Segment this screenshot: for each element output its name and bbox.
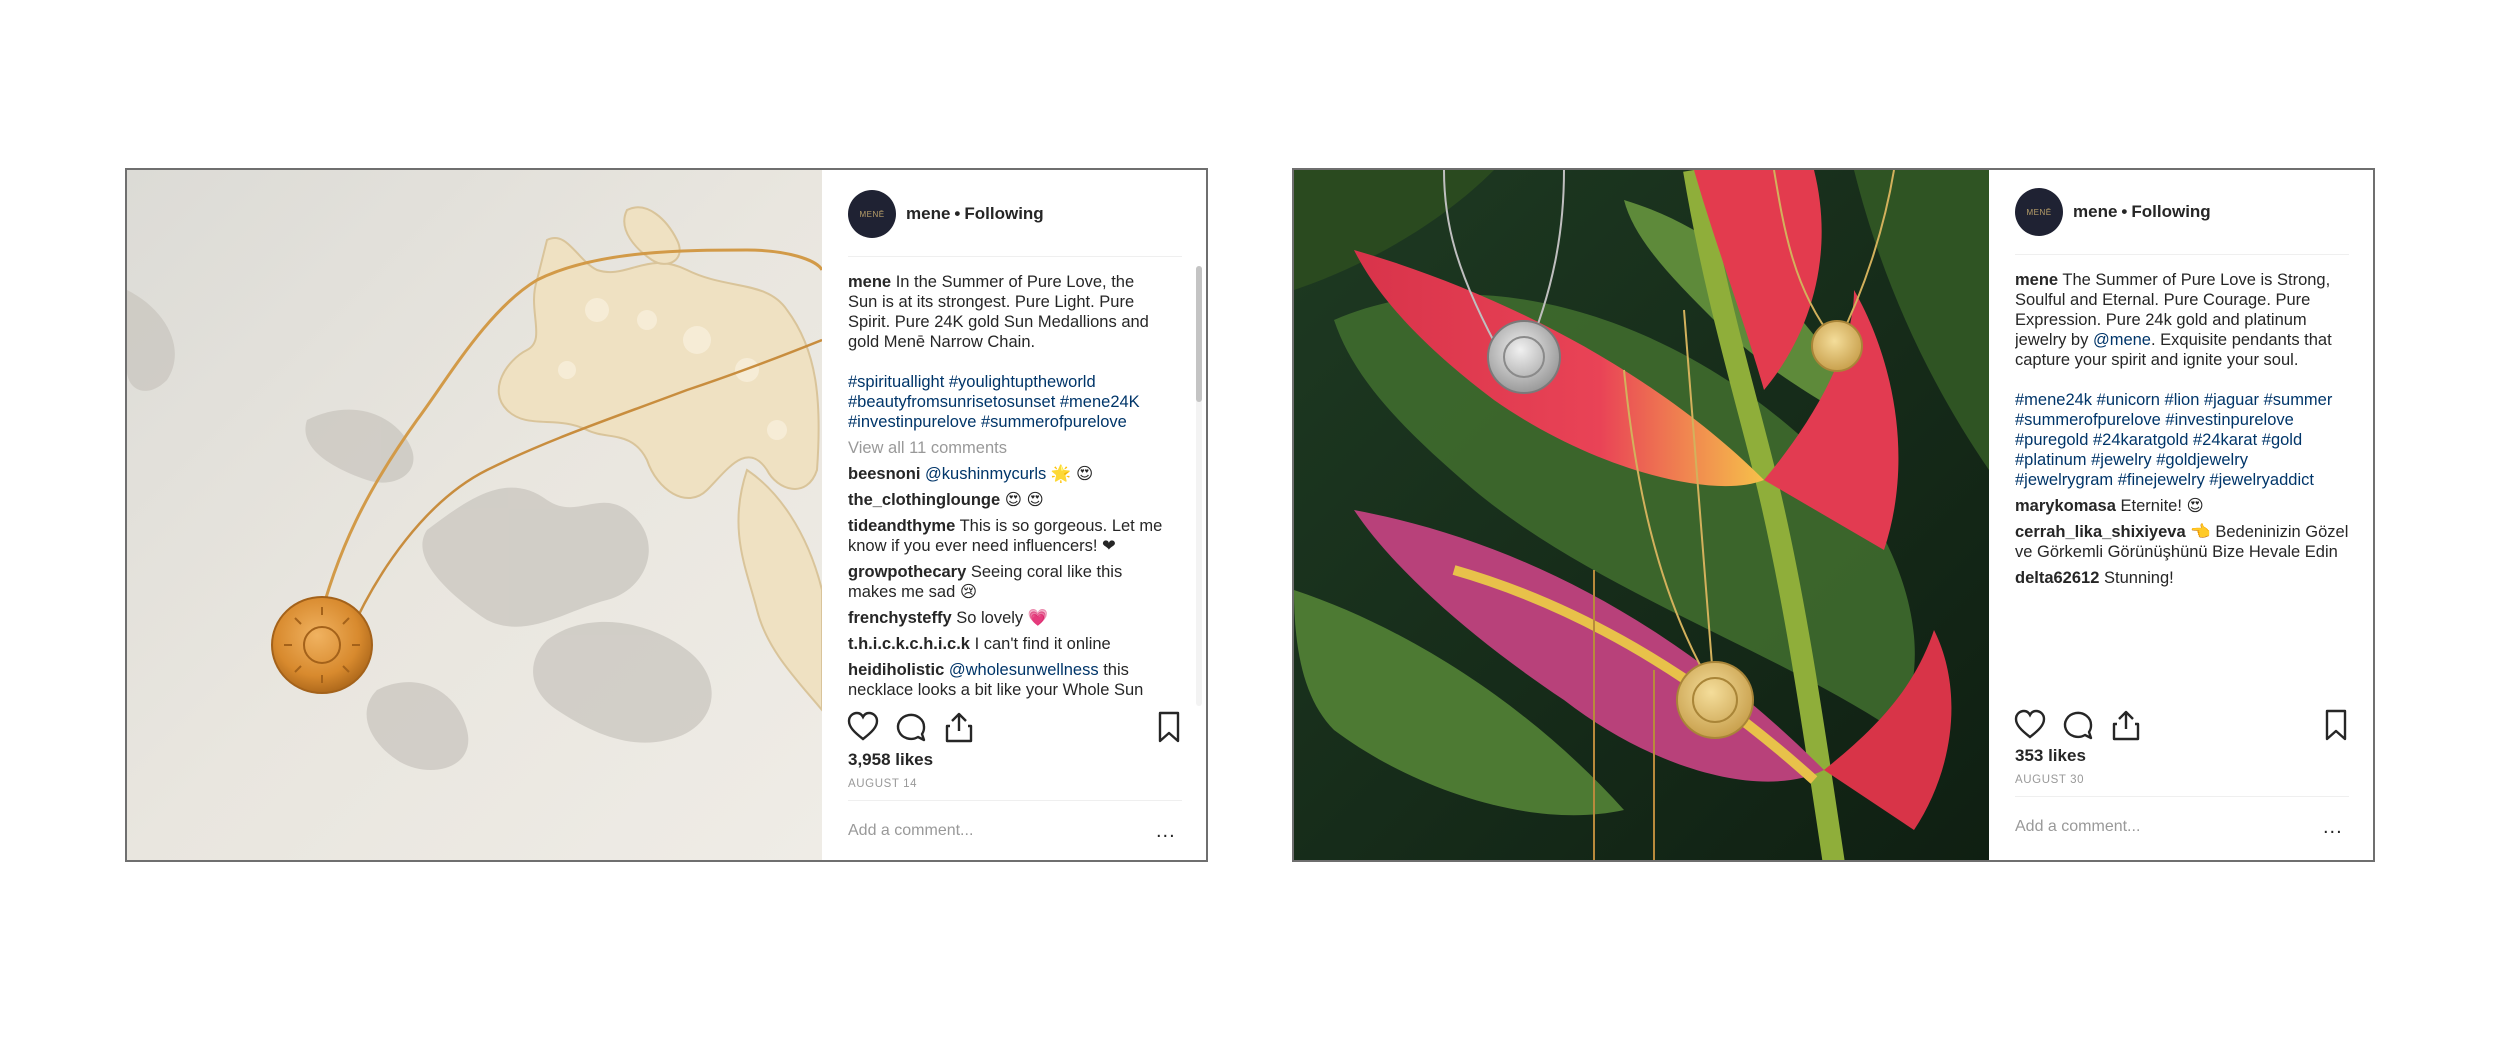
comment-item: heidiholistic @wholesunwellness this nec… [848,660,1168,700]
avatar[interactable]: MENĒ [2015,188,2063,236]
comment-item: frenchysteffy So lovely 💗 [848,608,1168,628]
likes-count[interactable]: 3,958 likes [848,750,933,770]
share-icon[interactable] [942,710,976,744]
comment-divider [848,800,1182,801]
comment-divider [2015,796,2349,797]
comment-text: 🌟 😍 [1046,465,1094,483]
caption-username[interactable]: mene [2015,271,2058,289]
post-side-panel: MENĒ mene • Following mene The Summer of P… [1989,170,2373,860]
post-photo-sun-medallion[interactable] [127,170,822,860]
comment-text: So lovely 💗 [956,609,1049,627]
comment-item: delta62612 Stunning! [2015,568,2349,588]
header-divider [848,256,1182,257]
comment-username[interactable]: cerrah_lika_shixiyeva [2015,523,2186,541]
view-all-comments-link[interactable]: View all 11 comments [848,438,1168,458]
comment-mention[interactable]: @wholesunwellness [949,661,1099,679]
caption-hashtags[interactable]: #mene24k #unicorn #lion #jaguar #summer … [2015,390,2349,490]
comment-item: t.h.i.c.k.c.h.i.c.k I can't find it onli… [848,634,1168,654]
comment-username[interactable]: frenchysteffy [848,609,952,627]
post-photo-heliconia-pendants[interactable] [1294,170,1989,860]
caption-username[interactable]: mene [848,273,891,291]
bookmark-icon[interactable] [1152,710,1186,744]
comment-mention[interactable]: @kushinmycurls [925,465,1046,483]
avatar[interactable]: MENĒ [848,190,896,238]
post-card-1: MENĒ mene • Following mene In the Summer o… [125,168,1208,862]
heart-icon[interactable] [2013,708,2047,742]
account-name[interactable]: mene [906,204,950,223]
post-date[interactable]: AUGUST 14 [848,778,917,790]
comment-username[interactable]: growpothecary [848,563,966,581]
post-side-panel: MENĒ mene • Following mene In the Summer o… [822,170,1206,860]
comment-item: marykomasa Eternite! 😍 [2015,496,2349,516]
separator-dot: • [2121,202,2128,221]
account-name[interactable]: mene [2073,202,2117,221]
comment-icon[interactable] [2061,708,2095,742]
comment-item: cerrah_lika_shixiyeva 👈 Bedeninizin Göze… [2015,522,2349,562]
comments-list[interactable]: mene In the Summer of Pure Love, the Sun… [848,268,1168,705]
action-bar [846,710,1186,746]
scrollbar-thumb[interactable] [1196,266,1202,402]
add-comment-input[interactable]: Add a comment... [2015,818,2140,836]
bookmark-icon[interactable] [2319,708,2353,742]
comment-item: beesnoni @kushinmycurls 🌟 😍 [848,464,1168,484]
comment-item: tideandthyme This is so gorgeous. Let me… [848,516,1168,556]
comment-username[interactable]: delta62612 [2015,569,2099,587]
comments-scrollbar[interactable] [1196,266,1202,706]
follow-status[interactable]: Following [964,204,1043,223]
separator-dot: • [954,204,961,223]
comment-text: Eternite! 😍 [2120,497,2204,515]
action-bar [2013,708,2353,744]
account-name-and-follow-status: mene • Following [906,204,1044,224]
caption: mene In the Summer of Pure Love, the Sun… [848,272,1168,352]
post-header: MENĒ mene • Following [2015,186,2347,238]
caption: mene The Summer of Pure Love is Strong, … [2015,270,2349,370]
follow-status[interactable]: Following [2131,202,2210,221]
comment-username[interactable]: heidiholistic [848,661,944,679]
comment-item: the_clothinglounge 😍 😍 [848,490,1168,510]
comment-username[interactable]: t.h.i.c.k.c.h.i.c.k [848,635,970,653]
comment-text: Stunning! [2104,569,2174,587]
comment-text: I can't find it online [974,635,1111,653]
heart-icon[interactable] [846,710,880,744]
comment-text: 😍 😍 [1004,491,1044,509]
header-divider [2015,254,2349,255]
account-name-and-follow-status: mene • Following [2073,202,2211,222]
more-options-icon[interactable]: ... [1156,820,1176,843]
comment-item: growpothecary Seeing coral like this mak… [848,562,1168,602]
comments-list[interactable]: mene The Summer of Pure Love is Strong, … [2015,266,2349,706]
comment-icon[interactable] [894,710,928,744]
caption-text: In the Summer of Pure Love, the Sun is a… [848,273,1149,351]
comment-username[interactable]: marykomasa [2015,497,2116,515]
caption-mention[interactable]: @mene [2093,331,2151,349]
comment-username[interactable]: beesnoni [848,465,920,483]
post-date[interactable]: AUGUST 30 [2015,774,2084,786]
comment-username[interactable]: the_clothinglounge [848,491,1000,509]
more-options-icon[interactable]: ... [2323,816,2343,839]
caption-hashtags[interactable]: #spirituallight #youlightuptheworld #bea… [848,372,1168,432]
comment-username[interactable]: tideandthyme [848,517,955,535]
add-comment-input[interactable]: Add a comment... [848,822,973,840]
likes-count[interactable]: 353 likes [2015,746,2086,766]
post-header: MENĒ mene • Following [848,188,1180,240]
post-card-2: MENĒ mene • Following mene The Summer of P… [1292,168,2375,862]
share-icon[interactable] [2109,708,2143,742]
